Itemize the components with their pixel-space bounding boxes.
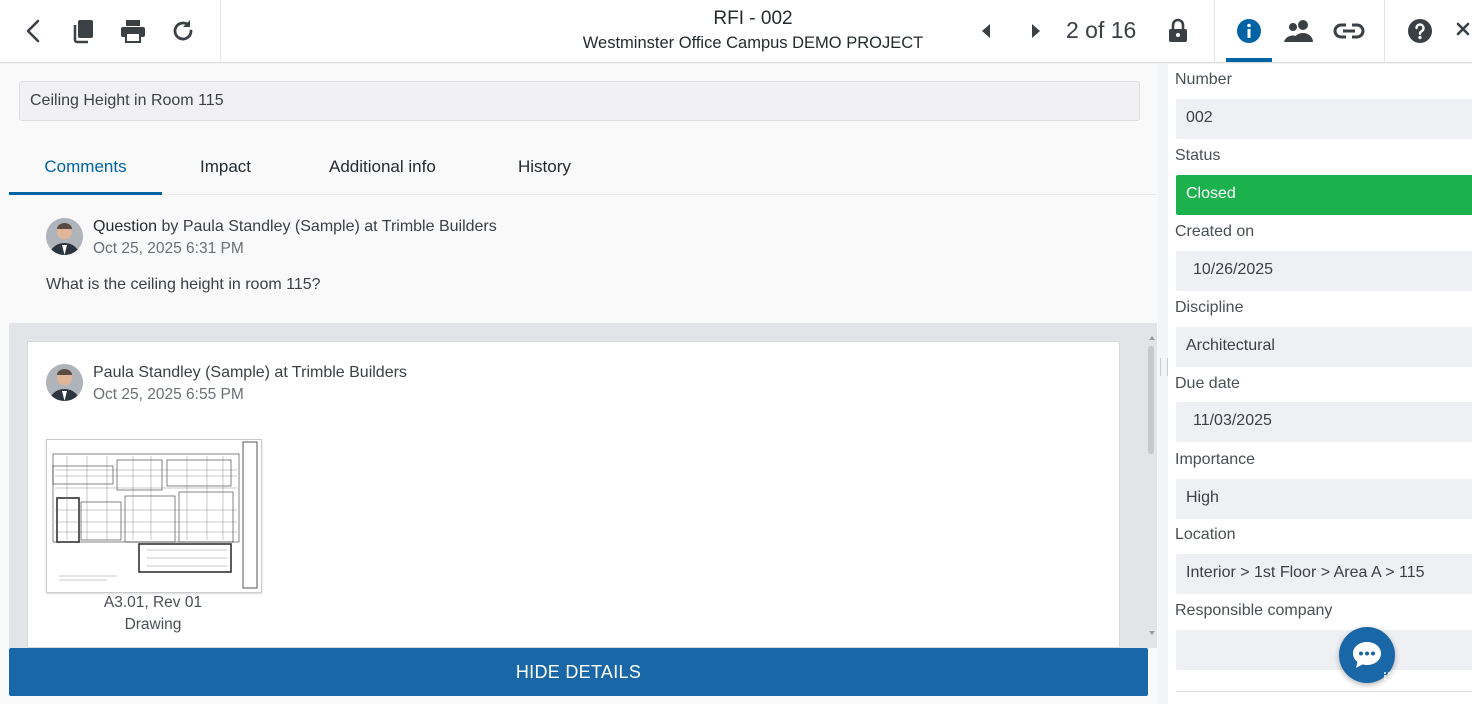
info-icon[interactable] bbox=[1235, 16, 1263, 46]
due-date-label: Due date bbox=[1175, 375, 1240, 392]
location-label: Location bbox=[1175, 526, 1236, 543]
responsible-company-label: Responsible company bbox=[1175, 602, 1333, 619]
link-icon[interactable] bbox=[1332, 16, 1366, 46]
number-field[interactable]: 002 bbox=[1176, 99, 1472, 139]
title-block: RFI - 002 Westminster Office Campus DEMO… bbox=[560, 7, 946, 55]
attachment-name: A3.01, Rev 01 bbox=[103, 594, 203, 611]
tab-bar: Comments Impact Additional info History bbox=[9, 148, 1157, 195]
toolbar-divider bbox=[1384, 0, 1385, 63]
back-icon[interactable] bbox=[19, 16, 47, 46]
properties-panel: Number 002 Status Closed Created on 10/2… bbox=[1168, 64, 1472, 704]
avatar bbox=[46, 218, 83, 255]
subject-field[interactable]: Ceiling Height in Room 115 bbox=[19, 81, 1140, 121]
question-author: by Paula Standley (Sample) at Trimble Bu… bbox=[157, 218, 497, 235]
importance-label: Importance bbox=[1175, 451, 1256, 468]
close-icon[interactable] bbox=[1454, 16, 1472, 46]
responsible-company-field[interactable] bbox=[1176, 630, 1472, 670]
due-date-field[interactable]: 11/03/2025 bbox=[1176, 402, 1472, 442]
scrollbar-thumb[interactable] bbox=[1148, 346, 1154, 454]
location-field[interactable]: Interior > 1st Floor > Area A > 115 bbox=[1176, 554, 1472, 594]
importance-field[interactable]: High bbox=[1176, 479, 1472, 519]
question-date: Oct 25, 2025 6:31 PM bbox=[93, 240, 244, 257]
tab-history[interactable]: History bbox=[518, 157, 571, 195]
copy-icon[interactable] bbox=[70, 16, 98, 46]
status-label: Status bbox=[1175, 147, 1221, 164]
toolbar-divider bbox=[220, 0, 221, 63]
question-header: Question by Paula Standley (Sample) at T… bbox=[93, 218, 497, 236]
next-icon[interactable] bbox=[1022, 16, 1050, 46]
people-icon[interactable] bbox=[1282, 16, 1316, 46]
created-on-field[interactable]: 10/26/2025 bbox=[1176, 251, 1472, 291]
reply-author: Paula Standley (Sample) at Trimble Build… bbox=[93, 364, 407, 381]
rfi-title: RFI - 002 bbox=[713, 8, 793, 29]
previous-icon[interactable] bbox=[972, 16, 1000, 46]
panel-resize-handle[interactable] bbox=[1160, 358, 1168, 376]
drag-handle-icon[interactable] bbox=[1383, 668, 1391, 680]
divider bbox=[1176, 691, 1472, 692]
active-tab-indicator bbox=[1226, 58, 1272, 62]
tab-comments[interactable]: Comments bbox=[9, 157, 162, 195]
print-icon[interactable] bbox=[119, 16, 147, 46]
help-icon[interactable] bbox=[1406, 16, 1434, 46]
attachment-type: Drawing bbox=[124, 616, 182, 633]
toolbar-divider bbox=[1214, 0, 1215, 63]
discipline-label: Discipline bbox=[1175, 299, 1244, 316]
tab-additional-info[interactable]: Additional info bbox=[329, 157, 436, 195]
chat-icon bbox=[1353, 642, 1381, 668]
refresh-icon[interactable] bbox=[169, 16, 197, 46]
comment-type: Question bbox=[93, 218, 158, 235]
question-text: What is the ceiling height in room 115? bbox=[46, 276, 321, 293]
main-panel: Ceiling Height in Room 115 Comments Impa… bbox=[0, 64, 1158, 704]
top-toolbar: RFI - 002 Westminster Office Campus DEMO… bbox=[0, 0, 1472, 63]
avatar bbox=[46, 364, 83, 401]
created-on-label: Created on bbox=[1175, 223, 1255, 240]
lock-icon[interactable] bbox=[1164, 16, 1192, 46]
status-badge[interactable]: Closed bbox=[1176, 175, 1472, 215]
tab-impact[interactable]: Impact bbox=[200, 157, 251, 195]
pager-text: 2 of 16 bbox=[1066, 17, 1137, 43]
reply-date: Oct 25, 2025 6:55 PM bbox=[93, 386, 244, 403]
drawing-thumbnail[interactable] bbox=[46, 439, 262, 593]
discipline-field[interactable]: Architectural bbox=[1176, 327, 1472, 367]
number-label: Number bbox=[1175, 71, 1232, 88]
project-name: Westminster Office Campus DEMO PROJECT bbox=[582, 34, 924, 52]
hide-details-button[interactable]: HIDE DETAILS bbox=[9, 648, 1148, 696]
